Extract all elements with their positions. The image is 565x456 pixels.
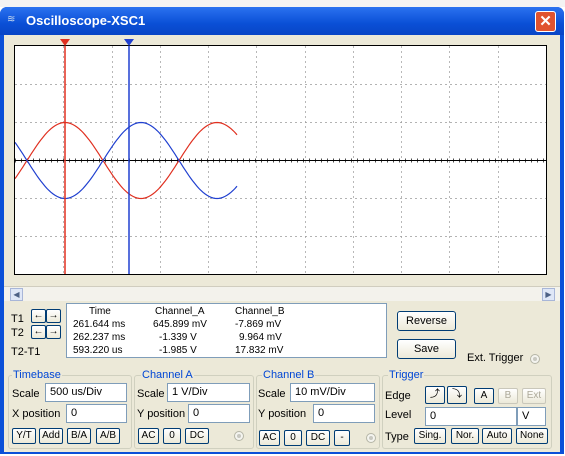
channel-b-title: Channel B xyxy=(262,369,316,381)
trigger-type-label: Type xyxy=(385,431,409,443)
trigger-level-field[interactable]: 0 xyxy=(425,407,517,426)
cursor-readout: Time Channel_A Channel_B 261.644 ms 645.… xyxy=(66,303,387,358)
channel-a-zero-button[interactable]: 0 xyxy=(163,428,181,444)
trigger-source-b-button[interactable]: B xyxy=(498,388,518,404)
scroll-left-icon[interactable]: ◀ xyxy=(10,288,23,301)
t2-left-arrow-icon[interactable]: ← xyxy=(31,325,46,339)
channel-a-scale-label: Scale xyxy=(137,388,165,400)
t2-label: T2 xyxy=(11,327,24,339)
reverse-button[interactable]: Reverse xyxy=(397,311,456,331)
x-position-label: X position xyxy=(12,408,61,420)
channel-b-ypos-field[interactable]: 0 xyxy=(313,404,375,423)
level-label: Level xyxy=(385,409,412,421)
mode-ba-button[interactable]: B/A xyxy=(67,428,91,444)
t2-right-arrow-icon[interactable]: → xyxy=(46,325,61,339)
delta-time: 593.220 us xyxy=(73,345,123,356)
trigger-source-a-button[interactable]: A xyxy=(474,388,494,404)
trigger-source-ext-button[interactable]: Ext xyxy=(522,388,546,404)
timebase-scale-label: Scale xyxy=(12,388,40,400)
channel-a-ypos-label: Y position xyxy=(137,408,186,420)
channel-b-ac-button[interactable]: AC xyxy=(259,430,280,446)
save-button[interactable]: Save xyxy=(397,339,456,359)
channel-b-radio[interactable] xyxy=(366,433,376,443)
t1-right-arrow-icon[interactable]: → xyxy=(46,309,61,323)
channel-b-scale-label: Scale xyxy=(258,388,286,400)
channel-b-scale-field[interactable]: 10 mV/Div xyxy=(290,383,375,402)
trigger-level-unit[interactable]: V xyxy=(517,407,546,426)
channel-a-scale-field[interactable]: 1 V/Div xyxy=(167,383,250,402)
header-channel-b: Channel_B xyxy=(235,306,285,317)
trigger-auto-button[interactable]: Auto xyxy=(482,428,512,444)
scope-canvas xyxy=(15,46,546,274)
close-button[interactable]: ✕ xyxy=(535,11,556,32)
trigger-none-button[interactable]: None xyxy=(516,428,548,444)
cursor-markers[interactable] xyxy=(56,38,156,48)
timebase-scale-field[interactable]: 500 us/Div xyxy=(45,383,127,402)
ext-trigger-label: Ext. Trigger xyxy=(467,352,524,364)
channel-a-ac-button[interactable]: AC xyxy=(138,428,159,444)
oscilloscope-icon: ≋ xyxy=(7,14,16,25)
channel-b-dc-button[interactable]: DC xyxy=(306,430,330,446)
window-title: Oscilloscope-XSC1 xyxy=(26,13,146,28)
header-time: Time xyxy=(89,306,111,317)
channel-a-ypos-field[interactable]: 0 xyxy=(188,404,250,423)
x-position-field[interactable]: 0 xyxy=(66,404,127,423)
t1-channel-a: 645.899 mV xyxy=(153,319,207,330)
trigger-title: Trigger xyxy=(388,369,425,381)
delta-channel-b: 17.832 mV xyxy=(235,345,284,356)
channel-a-radio[interactable] xyxy=(234,431,244,441)
channel-b-ypos-label: Y position xyxy=(258,408,307,420)
cursor-t2-handle xyxy=(124,39,134,46)
t2-channel-b: 9.964 mV xyxy=(239,332,282,343)
trigger-normal-button[interactable]: Nor. xyxy=(451,428,479,444)
scope-display[interactable] xyxy=(14,45,547,275)
channel-a-title: Channel A xyxy=(141,369,194,381)
mode-ab-button[interactable]: A/B xyxy=(96,428,120,444)
delta-channel-a: -1.985 V xyxy=(159,345,197,356)
channel-a-dc-button[interactable]: DC xyxy=(185,428,209,444)
scroll-right-icon[interactable]: ▶ xyxy=(542,288,555,301)
rising-edge-icon[interactable]: ⤴ xyxy=(425,386,445,404)
t2-t1-label: T2-T1 xyxy=(11,346,41,358)
background-strip xyxy=(0,0,565,7)
trigger-single-button[interactable]: Sing. xyxy=(414,428,446,444)
cursor-t1-handle xyxy=(60,39,70,46)
mode-yt-button[interactable]: Y/T xyxy=(12,428,36,444)
timebase-title: Timebase xyxy=(12,369,62,381)
channel-b-zero-button[interactable]: 0 xyxy=(284,430,302,446)
t1-channel-b: -7.869 mV xyxy=(235,319,282,330)
channel-b-invert-button[interactable]: - xyxy=(334,430,350,446)
t2-time: 262.237 ms xyxy=(73,332,126,343)
t1-left-arrow-icon[interactable]: ← xyxy=(31,309,46,323)
edge-label: Edge xyxy=(385,390,411,402)
t2-channel-a: -1.339 V xyxy=(159,332,197,343)
ext-trigger-radio[interactable] xyxy=(530,354,540,364)
header-channel-a: Channel_A xyxy=(155,306,205,317)
horizontal-scrollbar[interactable]: ◀ ▶ xyxy=(4,286,560,301)
t1-label: T1 xyxy=(11,313,24,325)
falling-edge-icon[interactable]: ⤵ xyxy=(447,386,467,404)
mode-add-button[interactable]: Add xyxy=(39,428,63,444)
t1-time: 261.644 ms xyxy=(73,319,126,330)
scope-grid xyxy=(15,46,546,274)
